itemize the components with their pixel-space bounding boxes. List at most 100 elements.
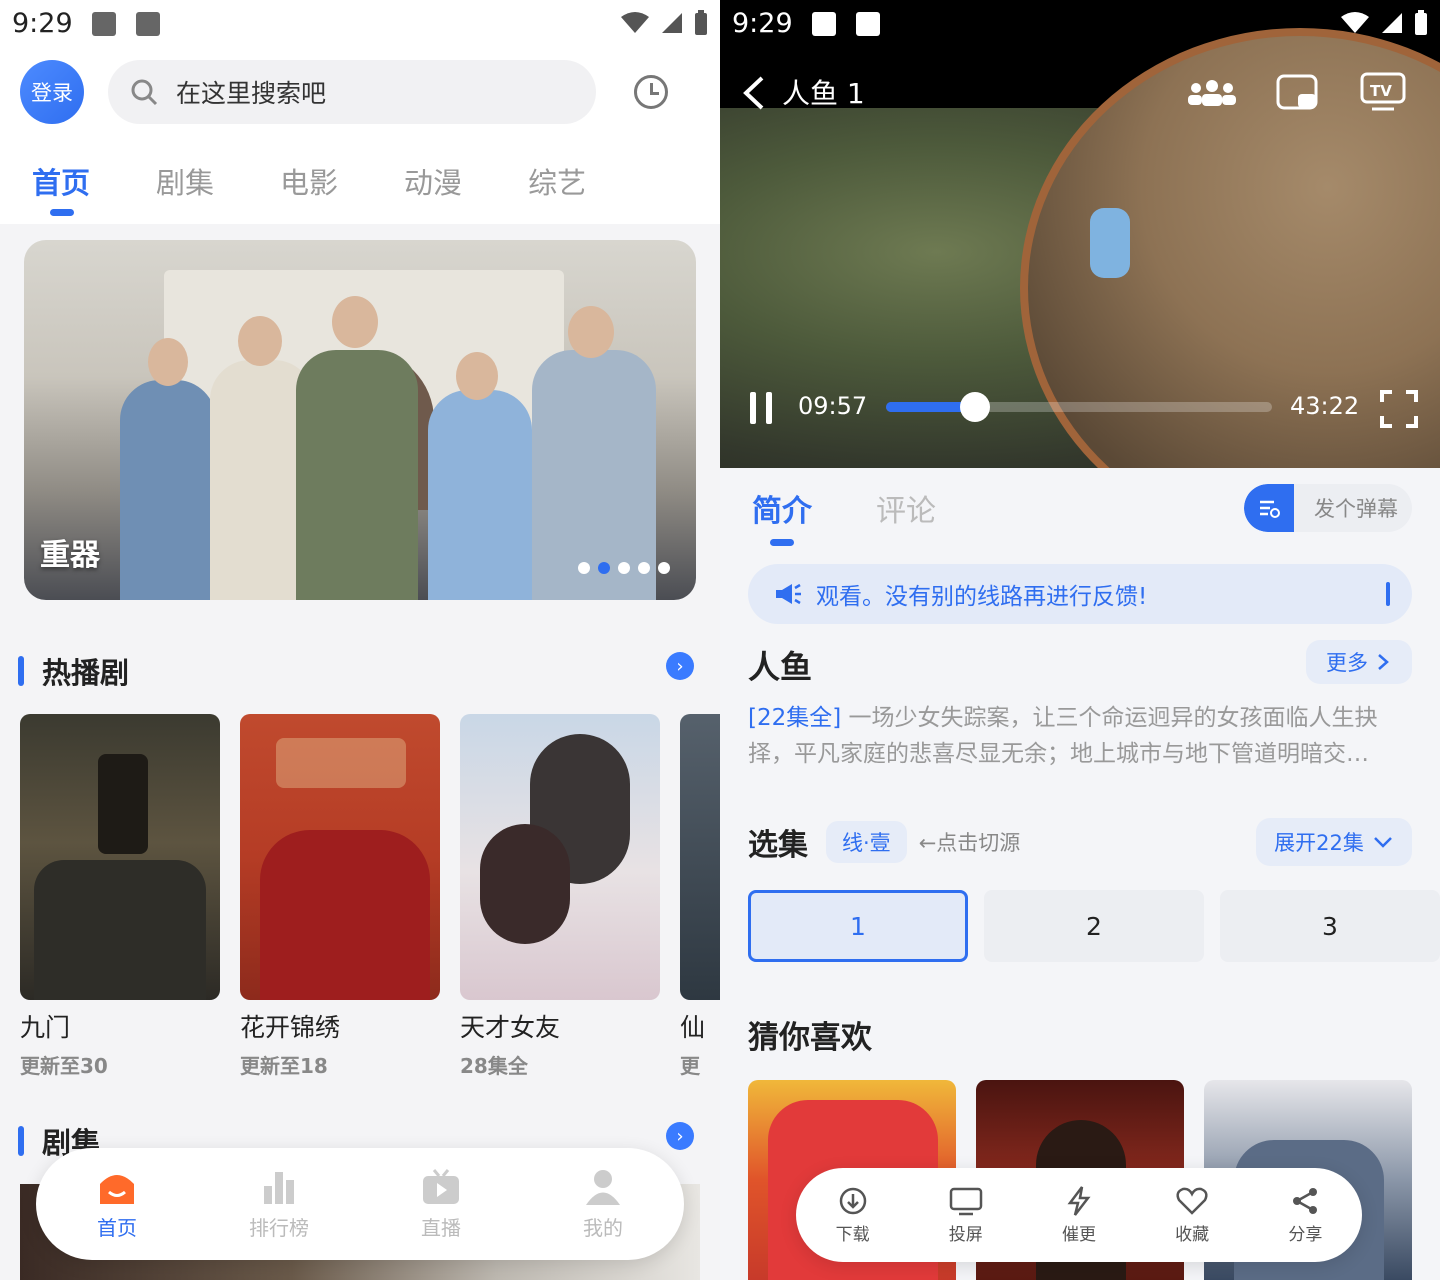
drama-status: 更新至18 — [240, 1054, 328, 1078]
watch-together-icon[interactable] — [1186, 78, 1238, 108]
show-title: 人鱼 — [748, 648, 813, 686]
detail-tabs: 简介 评论 — [752, 486, 936, 546]
search-placeholder: 在这里搜索吧 — [176, 79, 327, 108]
download-button[interactable]: 下载 — [808, 1186, 898, 1245]
poster-calligraphy — [98, 754, 148, 854]
progress-thumb[interactable] — [959, 392, 990, 422]
pause-icon[interactable] — [748, 390, 776, 426]
nav-mine-label: 我的 — [583, 1215, 623, 1240]
favorite-button[interactable]: 收藏 — [1147, 1186, 1237, 1245]
banner-person-head — [238, 316, 282, 366]
banner-person-head — [332, 296, 378, 348]
episodes-header: 选集 线·壹 ←点击切源 — [748, 820, 1020, 864]
drama-name: 仙 — [680, 1013, 706, 1042]
tv-cast-icon[interactable]: TV — [1360, 72, 1406, 112]
drama-poster — [240, 714, 440, 1000]
hot-more-arrow-icon[interactable]: › — [666, 652, 694, 680]
home-screen: 9:29 登录 在这里搜索吧 首页 剧集 电影 动漫 综艺 重器 热播剧 › 九… — [0, 0, 720, 1280]
drama-card[interactable]: 花开锦绣 更新至18 — [240, 714, 440, 1079]
series-more-arrow-icon[interactable]: › — [666, 1122, 694, 1150]
poster-figures — [34, 860, 206, 1000]
show-description: [22集全] 一场少女失踪案，让三个命运迥异的女孩面临人生抉择，平凡家庭的悲喜尽… — [748, 700, 1408, 772]
drama-card[interactable]: 天才女友 28集全 — [460, 714, 660, 1079]
tab-home[interactable]: 首页 — [32, 160, 90, 216]
featured-banner[interactable]: 重器 — [24, 240, 696, 600]
megaphone-icon — [776, 583, 801, 605]
fullscreen-icon[interactable] — [1380, 390, 1418, 428]
status-bar: 9:29 — [720, 0, 1440, 50]
page-dot[interactable] — [578, 562, 590, 574]
back-arrow-icon[interactable] — [742, 76, 766, 110]
status-time: 9:29 — [732, 8, 793, 39]
expand-label: 展开22集 — [1274, 831, 1364, 855]
nav-ranking[interactable]: 排行榜 — [219, 1168, 339, 1241]
danmaku-button[interactable]: 发个弹幕 — [1244, 484, 1412, 532]
nav-mine[interactable]: 我的 — [543, 1168, 663, 1241]
user-icon — [582, 1168, 624, 1206]
nav-home[interactable]: 首页 — [57, 1168, 177, 1241]
danmaku-label: 发个弹幕 — [1314, 497, 1398, 521]
history-clock-icon[interactable] — [634, 75, 668, 109]
video-figure — [1090, 208, 1130, 278]
notice-marker-icon — [1386, 582, 1390, 606]
urge-update-label: 催更 — [1061, 1224, 1096, 1245]
login-button[interactable]: 登录 — [20, 60, 84, 124]
total-time: 43:22 — [1290, 392, 1360, 420]
drama-poster — [680, 714, 720, 1000]
drama-card[interactable]: 仙 更 — [680, 714, 720, 1079]
drama-poster — [460, 714, 660, 1000]
page-dot[interactable] — [658, 562, 670, 574]
hot-section-header: 热播剧 — [18, 650, 129, 692]
drama-name: 九门 — [20, 1013, 71, 1042]
search-bar[interactable]: 在这里搜索吧 — [108, 60, 596, 124]
banner-person-head — [456, 352, 498, 400]
banner-person — [428, 390, 532, 600]
episode-button[interactable]: 1 — [748, 890, 968, 962]
description-text: 一场少女失踪案，让三个命运迥异的女孩面临人生抉择，平凡家庭的悲喜尽显无余；地上城… — [748, 705, 1378, 767]
source-line-chip[interactable]: 线·壹 — [826, 821, 907, 863]
cast-screen-label: 投屏 — [948, 1224, 983, 1245]
download-icon — [839, 1187, 866, 1214]
action-bar: 下载 投屏 催更 收藏 分享 — [796, 1168, 1362, 1262]
poster-calligraphy — [276, 738, 406, 788]
picture-in-picture-icon[interactable] — [1276, 74, 1320, 112]
current-time: 09:57 — [798, 392, 868, 420]
drama-status: 28集全 — [460, 1054, 528, 1078]
share-label: 分享 — [1288, 1224, 1323, 1245]
page-dot[interactable] — [618, 562, 630, 574]
notice-banner: 观看。没有别的线路再进行反馈! — [748, 564, 1412, 624]
gallery-notification-icon — [812, 12, 836, 36]
tab-variety[interactable]: 综艺 — [528, 160, 586, 202]
page-dot[interactable] — [638, 562, 650, 574]
nav-live[interactable]: 直播 — [381, 1168, 501, 1241]
favorite-label: 收藏 — [1175, 1224, 1210, 1245]
chevron-right-icon — [1378, 654, 1389, 670]
signal-icon — [1382, 13, 1402, 33]
expand-episodes-button[interactable]: 展开22集 — [1256, 818, 1412, 866]
share-icon — [1293, 1187, 1318, 1214]
episode-button[interactable]: 3 — [1220, 890, 1440, 962]
cast-screen-button[interactable]: 投屏 — [921, 1186, 1011, 1245]
episode-button[interactable]: 2 — [984, 890, 1204, 962]
drama-card[interactable]: 九门 更新至30 — [20, 714, 220, 1079]
more-button[interactable]: 更多 — [1306, 640, 1412, 684]
download-label: 下载 — [835, 1224, 870, 1245]
tab-comments[interactable]: 评论 — [876, 486, 936, 530]
tab-anime[interactable]: 动漫 — [404, 160, 462, 202]
tab-intro[interactable]: 简介 — [752, 486, 812, 546]
poster-figures — [260, 830, 430, 1000]
page-dot-active[interactable] — [598, 562, 610, 574]
heart-icon — [1176, 1187, 1208, 1215]
poster-figure-female — [480, 824, 570, 944]
home-icon — [96, 1168, 138, 1206]
urge-update-button[interactable]: 催更 — [1034, 1185, 1124, 1245]
tab-series[interactable]: 剧集 — [156, 160, 214, 202]
share-button[interactable]: 分享 — [1260, 1186, 1350, 1245]
progress-track[interactable] — [886, 392, 1272, 422]
cast-screen-icon — [949, 1187, 983, 1215]
video-player[interactable]: 9:29 人鱼 1 TV 09:57 43:22 — [720, 0, 1440, 468]
banner-pagination — [578, 562, 670, 574]
danmaku-toggle-icon[interactable] — [1244, 484, 1294, 532]
nav-ranking-label: 排行榜 — [249, 1215, 309, 1240]
tab-movies[interactable]: 电影 — [280, 160, 338, 202]
